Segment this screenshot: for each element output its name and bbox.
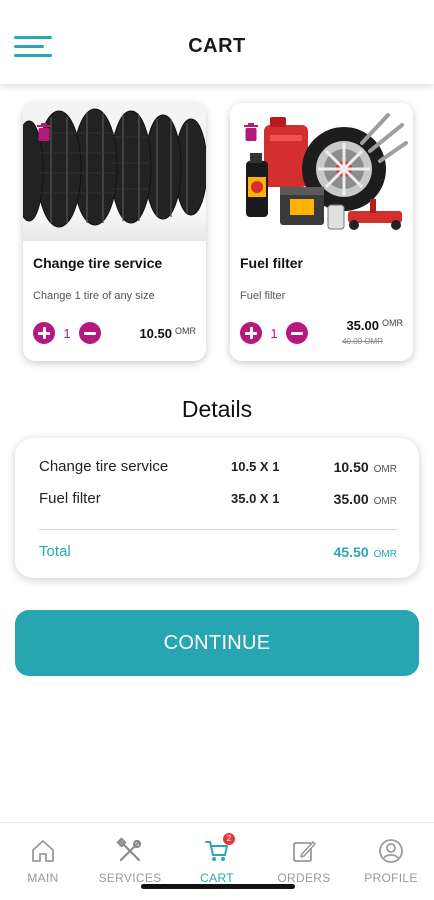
details-item-amount: 35.00 OMR xyxy=(334,491,397,507)
home-icon xyxy=(32,840,54,862)
tools-icon xyxy=(116,837,142,862)
nav-item-services[interactable]: SERVICES xyxy=(87,837,173,885)
quantity-stepper: 1 xyxy=(240,321,308,345)
cart-icon-wrap: 2 xyxy=(203,833,235,865)
details-row: Change tire service 10.5 X 1 10.50 OMR xyxy=(39,458,397,478)
nav-label: MAIN xyxy=(27,871,59,885)
increase-quantity-button[interactable] xyxy=(33,322,55,344)
nav-label: ORDERS xyxy=(277,871,331,885)
details-item-name: Change tire service xyxy=(39,458,169,475)
home-indicator xyxy=(141,884,295,889)
nav-label: CART xyxy=(200,871,234,885)
continue-button[interactable]: CONTINUE xyxy=(15,610,419,676)
nav-item-orders[interactable]: ORDERS xyxy=(261,837,347,885)
price-value: 10.50 xyxy=(139,326,172,341)
edit-icon xyxy=(293,841,316,862)
item-description: Change 1 tire of any size xyxy=(33,290,155,302)
total-amount: 45.50 OMR xyxy=(334,544,397,560)
old-price: 40.00 OMR xyxy=(342,337,383,346)
price-currency: OMR xyxy=(382,318,403,328)
amount-currency: OMR xyxy=(373,496,397,507)
quantity-stepper: 1 xyxy=(33,321,101,345)
price-value: 35.00 xyxy=(346,318,379,333)
details-item-name: Fuel filter xyxy=(39,490,101,507)
order-details-card: Change tire service 10.5 X 1 10.50 OMR Fu… xyxy=(15,438,419,578)
total-value: 45.50 xyxy=(333,544,369,560)
price-currency: OMR xyxy=(175,326,196,336)
item-price: 10.50 OMR xyxy=(139,326,196,341)
nav-label: PROFILE xyxy=(364,871,418,885)
app-header: CART xyxy=(0,0,434,84)
nav-item-cart[interactable]: 2 CART xyxy=(174,833,260,885)
total-label: Total xyxy=(39,543,71,560)
details-heading: Details xyxy=(181,396,253,422)
total-currency: OMR xyxy=(373,549,397,560)
trash-icon[interactable] xyxy=(36,123,52,141)
quantity-value: 1 xyxy=(270,325,278,341)
nav-item-profile[interactable]: PROFILE xyxy=(348,837,434,885)
amount-value: 35.00 xyxy=(333,491,369,507)
decrease-quantity-button[interactable] xyxy=(79,322,101,344)
cart-item-card: Change tire service Change 1 tire of any… xyxy=(23,103,206,361)
item-title: Fuel filter xyxy=(240,255,304,271)
item-price: 35.00 OMR xyxy=(346,318,403,333)
details-item-qty: 35.0 X 1 xyxy=(231,491,280,506)
nav-item-main[interactable]: MAIN xyxy=(0,837,86,885)
trash-icon[interactable] xyxy=(243,123,259,141)
profile-icon xyxy=(379,839,403,863)
cart-item-card: Fuel filter Fuel filter 1 35.00 OMR 40.00… xyxy=(230,103,413,361)
amount-currency: OMR xyxy=(373,464,397,475)
total-row: Total 45.50 OMR xyxy=(39,543,397,563)
decrease-quantity-button[interactable] xyxy=(286,322,308,344)
details-item-qty: 10.5 X 1 xyxy=(231,459,280,474)
details-item-amount: 10.50 OMR xyxy=(334,459,397,475)
amount-value: 10.50 xyxy=(333,459,369,475)
divider xyxy=(39,529,397,530)
item-description: Fuel filter xyxy=(240,290,286,302)
quantity-value: 1 xyxy=(63,325,71,341)
increase-quantity-button[interactable] xyxy=(240,322,262,344)
page-title: CART xyxy=(188,35,246,57)
item-title: Change tire service xyxy=(33,255,163,271)
details-row: Fuel filter 35.0 X 1 35.00 OMR xyxy=(39,490,397,510)
cart-count-badge: 2 xyxy=(223,833,235,845)
nav-label: SERVICES xyxy=(98,871,162,885)
